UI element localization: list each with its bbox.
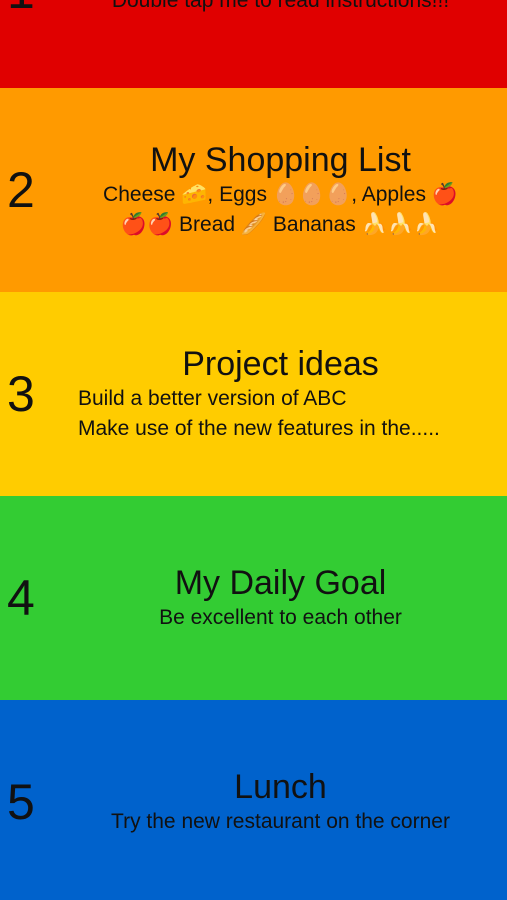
note-number: 4 <box>7 570 35 626</box>
note-title: Project ideas <box>182 345 379 383</box>
note-row-3[interactable]: 3 Project ideas Build a better version o… <box>0 292 507 496</box>
note-body-line: Build a better version of ABC <box>78 387 347 410</box>
note-body-line: Be excellent to each other <box>159 606 402 629</box>
note-body-line: Double tap me to read instructions!!! <box>111 0 450 12</box>
note-content: Lunch Try the new restaurant on the corn… <box>60 767 501 837</box>
note-number: 1 <box>7 0 35 16</box>
note-row-2[interactable]: 2 My Shopping List Cheese 🧀, Eggs 🥚🥚🥚, A… <box>0 88 507 292</box>
note-title: My Shopping List <box>150 141 411 179</box>
note-content: Project ideas Build a better version of … <box>60 344 501 444</box>
note-body-line: Try the new restaurant on the corner <box>111 810 450 833</box>
note-body-line: Make use of the new features in the..... <box>78 417 440 440</box>
note-row-5[interactable]: 5 Lunch Try the new restaurant on the co… <box>0 700 507 900</box>
note-content: My Daily Goal Be excellent to each other <box>60 563 501 633</box>
note-number: 2 <box>7 162 35 218</box>
note-title: Lunch <box>234 768 327 806</box>
note-content: Double tap me to read instructions!!! <box>60 0 501 16</box>
note-number: 3 <box>7 366 35 422</box>
note-number: 5 <box>7 774 35 830</box>
note-body-line: 🍎🍎 Bread 🥖 Bananas 🍌🍌🍌 <box>120 213 441 236</box>
note-row-4[interactable]: 4 My Daily Goal Be excellent to each oth… <box>0 496 507 700</box>
note-title: My Daily Goal <box>174 564 387 602</box>
note-row-1[interactable]: 1 Double tap me to read instructions!!! <box>0 0 507 88</box>
note-body-line: Cheese 🧀, Eggs 🥚🥚🥚, Apples 🍎 <box>103 183 458 206</box>
note-content: My Shopping List Cheese 🧀, Eggs 🥚🥚🥚, App… <box>60 140 501 240</box>
notes-list: 1 Double tap me to read instructions!!! … <box>0 0 507 900</box>
